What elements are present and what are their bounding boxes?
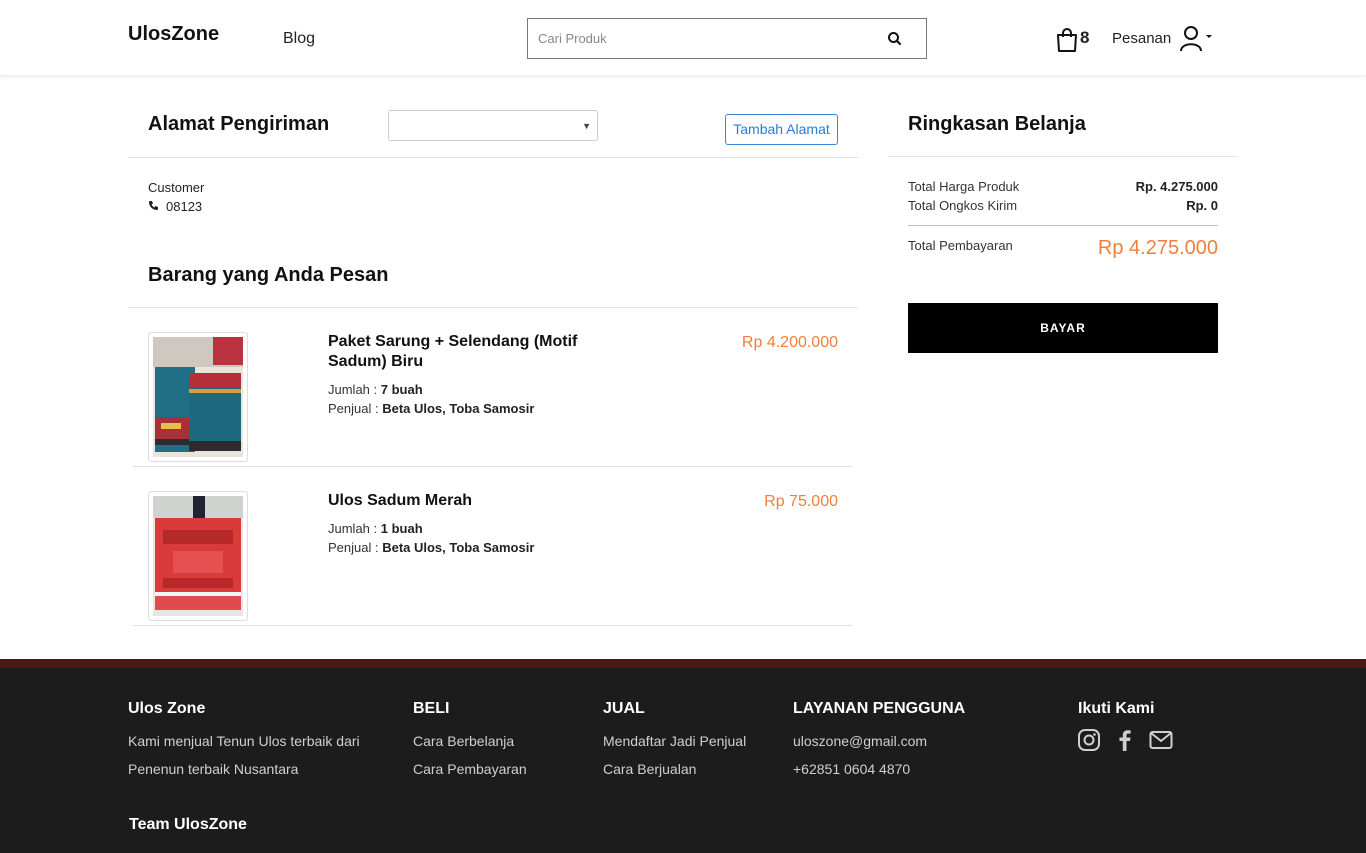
divider — [128, 157, 858, 158]
address-select[interactable]: ▼ — [388, 110, 598, 141]
shipping-address-title: Alamat Pengiriman — [148, 113, 330, 135]
instagram-icon[interactable] — [1077, 728, 1101, 752]
user-icon — [1180, 26, 1212, 52]
product-name[interactable]: Ulos Sadum Merah — [328, 491, 608, 511]
add-address-button[interactable]: Tambah Alamat — [725, 114, 838, 145]
phone-icon — [148, 199, 160, 214]
email-icon[interactable] — [1149, 728, 1173, 752]
search-bar — [527, 18, 927, 59]
nav-link-blog[interactable]: Blog — [283, 30, 315, 48]
footer-link-become-seller[interactable]: Mendaftar Jadi Penjual — [603, 733, 746, 749]
seller-label: Penjual : — [328, 540, 383, 555]
footer: Ulos Zone Kami menjual Tenun Ulos terbai… — [0, 668, 1366, 853]
footer-about-title: Ulos Zone — [128, 700, 206, 717]
chevron-down-icon — [1206, 35, 1212, 38]
footer-support-email[interactable]: uloszone@gmail.com — [793, 733, 927, 749]
customer-phone-number: 08123 — [166, 199, 203, 214]
summary-title: Ringkasan Belanja — [908, 113, 1086, 135]
footer-sell-title: JUAL — [603, 700, 645, 717]
cart-count-badge: 8 — [1080, 28, 1090, 47]
footer-support-title: LAYANAN PENGGUNA — [793, 700, 966, 717]
divider — [133, 625, 853, 626]
product-name[interactable]: Paket Sarung + Selendang (Motif Sadum) B… — [328, 332, 608, 372]
footer-about-text: Penenun terbaik Nusantara — [128, 761, 299, 777]
summary-label: Total Harga Produk — [908, 179, 1020, 194]
quantity-label: Jumlah : — [328, 382, 381, 397]
quantity-value: 7 buah — [380, 382, 423, 397]
product-seller: Penjual : Beta Ulos, Toba Samosir — [328, 540, 534, 555]
quantity-label: Jumlah : — [328, 521, 381, 536]
divider — [888, 156, 1238, 157]
product-quantity: Jumlah : 7 buah — [328, 382, 423, 397]
summary-shipping-total: Total Ongkos Kirim Rp. 0 — [908, 198, 1218, 213]
ordered-items-title: Barang yang Anda Pesan — [148, 264, 389, 286]
pay-button[interactable]: BAYAR — [908, 303, 1218, 353]
search-icon[interactable] — [886, 30, 904, 48]
product-image[interactable] — [148, 491, 248, 621]
footer-link-how-to-pay[interactable]: Cara Pembayaran — [413, 761, 527, 777]
divider — [133, 466, 853, 467]
divider — [908, 225, 1218, 226]
quantity-value: 1 buah — [380, 521, 423, 536]
seller-value: Beta Ulos, Toba Samosir — [382, 540, 535, 555]
product-image[interactable] — [148, 332, 248, 462]
summary-label: Total Ongkos Kirim — [908, 198, 1018, 213]
product-seller: Penjual : Beta Ulos, Toba Samosir — [328, 401, 534, 416]
shopping-bag-icon — [1057, 28, 1077, 52]
cart-button[interactable]: 8 — [1056, 27, 1096, 53]
summary-product-total: Total Harga Produk Rp. 4.275.000 — [908, 179, 1218, 194]
brand-logo[interactable]: UlosZone — [128, 23, 219, 46]
customer-phone: 08123 — [148, 199, 202, 214]
caret-down-icon: ▼ — [582, 121, 591, 131]
summary-grand-total-value: Rp 4.275.000 — [1097, 237, 1218, 259]
product-price: Rp 4.200.000 — [741, 334, 838, 351]
footer-follow-title: Ikuti Kami — [1078, 700, 1155, 717]
footer-link-how-to-sell[interactable]: Cara Berjualan — [603, 761, 696, 777]
footer-support-phone[interactable]: +62851 0604 4870 — [793, 761, 910, 777]
user-menu[interactable] — [1179, 25, 1217, 53]
summary-value: Rp. 4.275.000 — [1135, 179, 1218, 194]
seller-label: Penjual : — [328, 401, 383, 416]
footer-accent-bar — [0, 659, 1366, 668]
seller-value: Beta Ulos, Toba Samosir — [382, 401, 535, 416]
top-navbar: UlosZone Blog 8 Pesanan — [0, 0, 1366, 76]
divider — [128, 307, 858, 308]
product-quantity: Jumlah : 1 buah — [328, 521, 423, 536]
summary-value: Rp. 0 — [1186, 198, 1218, 213]
product-price: Rp 75.000 — [764, 493, 838, 510]
search-input[interactable] — [528, 19, 868, 58]
customer-name: Customer — [148, 180, 205, 195]
footer-link-how-to-shop[interactable]: Cara Berbelanja — [413, 733, 514, 749]
facebook-icon[interactable] — [1113, 728, 1137, 752]
footer-about-text: Kami menjual Tenun Ulos terbaik dari — [128, 733, 360, 749]
orders-link[interactable]: Pesanan — [1112, 30, 1171, 47]
footer-team-title: Team UlosZone — [129, 816, 247, 833]
footer-buy-title: BELI — [413, 700, 450, 717]
